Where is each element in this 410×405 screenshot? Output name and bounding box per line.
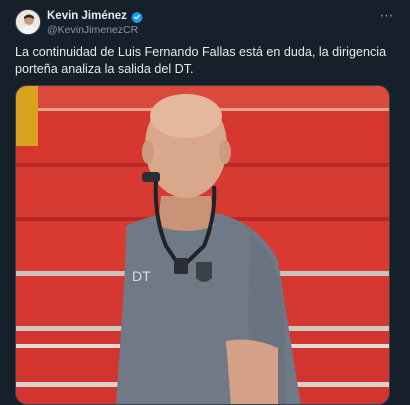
author-name-row[interactable]: Kevin Jiménez — [47, 10, 143, 24]
more-horizontal-icon: ⋯ — [379, 6, 395, 23]
svg-text:DT: DT — [132, 268, 151, 284]
more-options-button[interactable]: ⋯ — [378, 6, 396, 24]
tweet-card[interactable]: Kevin Jiménez @KevinJimenezCR ⋯ La conti… — [0, 0, 410, 405]
avatar[interactable] — [15, 9, 41, 35]
author-handle[interactable]: @KevinJimenezCR — [47, 24, 138, 36]
tweet-photo[interactable]: DT — [15, 85, 390, 405]
tweet-text: La continuidad de Luis Fernando Fallas e… — [15, 45, 387, 76]
author-display-name[interactable]: Kevin Jiménez — [47, 10, 127, 22]
verified-badge-icon — [131, 10, 143, 24]
